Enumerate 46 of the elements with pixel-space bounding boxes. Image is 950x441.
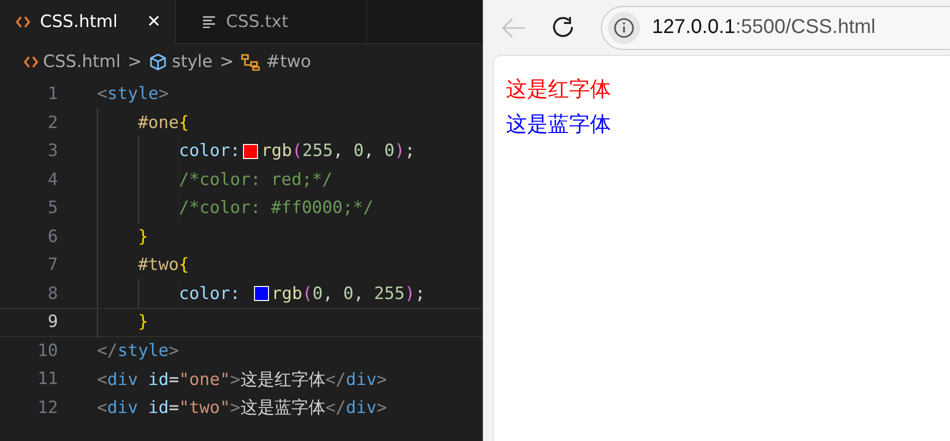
page-text: 这是红字体 (506, 76, 612, 103)
code-text: rgb(0, 0, 255); (272, 284, 426, 304)
line-number: 12 (36, 398, 58, 418)
line-number: 8 (46, 284, 58, 304)
code-text: rgb(255, 0, 0); (261, 141, 415, 162)
editor-tab[interactable]: CSS.txt (176, 0, 367, 44)
breadcrumb-separator: > (220, 52, 234, 72)
color-swatch[interactable] (254, 286, 269, 302)
line-number: 7 (46, 255, 58, 276)
text-lines-icon (202, 16, 216, 28)
structure-icon (240, 53, 261, 71)
close-button[interactable]: ✕ (146, 12, 161, 32)
code-text: <div id="one">这是红字体</div> (97, 368, 387, 391)
code-text: /*color: #ff0000;*/ (178, 198, 374, 218)
address-bar[interactable]: 127.0.0.1:5500/CSS.html (601, 6, 950, 50)
info-icon[interactable] (613, 16, 635, 38)
breadcrumb-item[interactable]: style (172, 52, 213, 72)
code-text: </style> (97, 340, 179, 361)
code-text: } (138, 312, 148, 332)
code-text: <style> (97, 84, 169, 104)
line-number: 11 (36, 369, 58, 390)
code-brackets-icon (16, 16, 30, 28)
code-text: #one{ (138, 112, 190, 133)
code-text: } (138, 226, 148, 247)
line-number: 5 (46, 198, 58, 218)
code-brackets-icon (24, 56, 38, 68)
breadcrumb-item[interactable]: #two (266, 52, 312, 72)
code-text: /*color: red;*/ (178, 170, 332, 190)
line-number: 6 (46, 226, 58, 247)
page-text: 这是蓝字体 (506, 111, 612, 138)
code-text: #two{ (138, 255, 190, 276)
editor-tab[interactable]: CSS.html ✕ (0, 0, 176, 44)
breadcrumb-separator: > (128, 52, 142, 72)
cube-icon (148, 53, 167, 71)
line-number: 3 (46, 141, 58, 162)
code-text: color: (178, 141, 240, 162)
code-text: <div id="two">这是蓝字体</div> (97, 397, 387, 420)
line-number: 2 (46, 112, 58, 133)
color-swatch[interactable] (243, 144, 258, 159)
code-text: color: (178, 284, 242, 304)
line-number: 1 (46, 84, 58, 104)
line-number: 4 (46, 170, 58, 190)
breadcrumb-item[interactable]: CSS.html (43, 52, 121, 72)
line-number: 9 (46, 312, 58, 332)
url-text: 127.0.0.1:5500/CSS.html (652, 16, 876, 39)
line-number: 10 (36, 340, 58, 361)
